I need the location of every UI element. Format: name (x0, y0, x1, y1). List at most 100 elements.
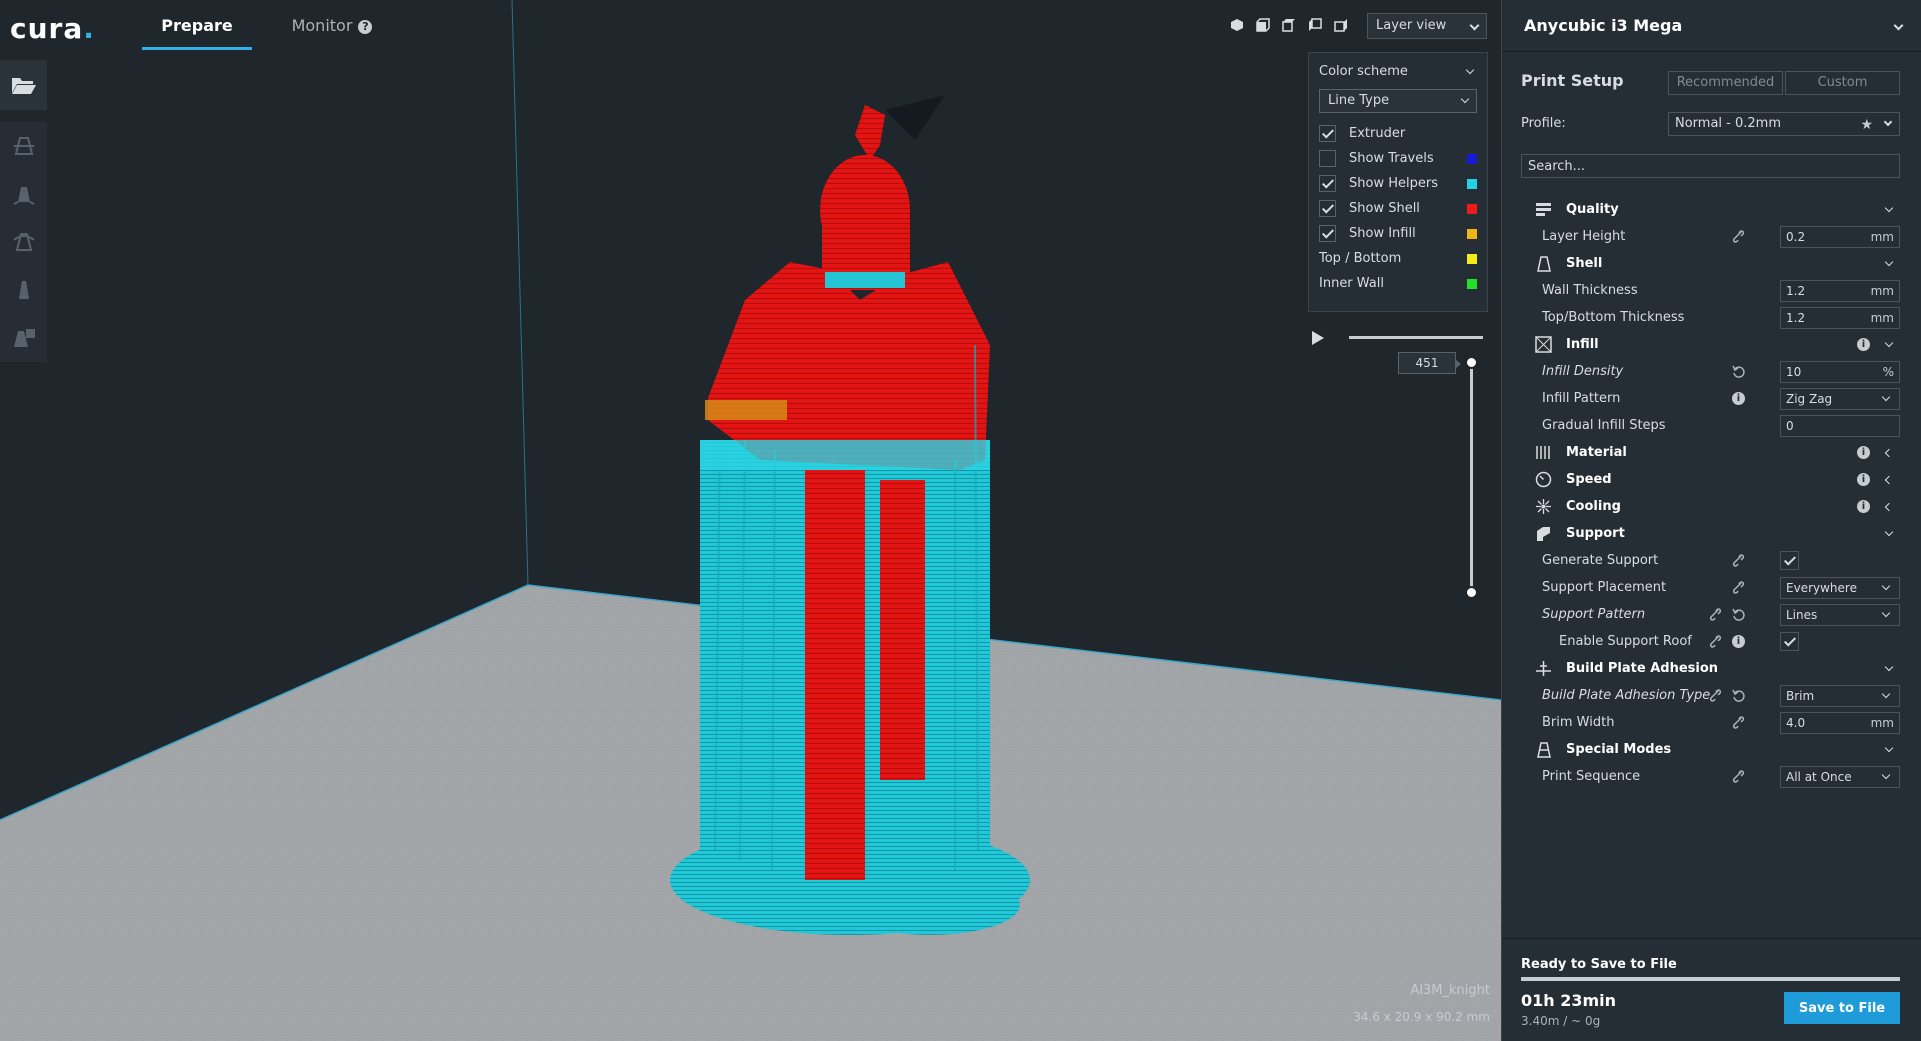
sliced-model[interactable] (670, 95, 1030, 935)
build-volume-scene[interactable] (0, 0, 1501, 1041)
field-value: Everywhere (1786, 581, 1857, 595)
legend-extruder[interactable]: Extruder (1319, 121, 1477, 146)
settings-sidebar: Anycubic i3 Mega Print Setup Recommended… (1501, 0, 1921, 1041)
info-icon[interactable]: i (1857, 446, 1870, 459)
legend-show-travels[interactable]: Show Travels (1319, 146, 1477, 171)
move-icon (13, 137, 34, 155)
setting-label: Generate Support (1542, 553, 1659, 568)
machine-name: Anycubic i3 Mega (1524, 16, 1683, 35)
gradual-infill-steps-input[interactable]: 0 (1780, 415, 1900, 437)
link-icon[interactable] (1732, 230, 1745, 243)
viewport[interactable]: cura. Prepare Monitor? Layer view Color … (0, 0, 1501, 1041)
view-mode-dropdown[interactable]: Layer view (1367, 13, 1487, 39)
info-icon[interactable]: i (1732, 635, 1745, 648)
setting-label: Gradual Infill Steps (1542, 418, 1666, 433)
chevron-down-icon (1881, 770, 1891, 780)
category-cooling[interactable]: Cooling i (1502, 493, 1921, 520)
layer-slider-bottom-handle[interactable] (1465, 586, 1478, 599)
support-placement-dropdown[interactable]: Everywhere (1780, 577, 1900, 599)
link-icon[interactable] (1732, 716, 1745, 729)
link-icon[interactable] (1709, 689, 1722, 702)
info-icon[interactable]: i (1857, 473, 1870, 486)
right-view-icon[interactable] (1332, 16, 1350, 34)
setting-infill-pattern: Infill Pattern i Zig Zag (1502, 385, 1921, 412)
category-build-plate-adhesion[interactable]: Build Plate Adhesion (1502, 655, 1921, 682)
link-icon[interactable] (1732, 554, 1745, 567)
tab-recommended[interactable]: Recommended (1668, 71, 1783, 95)
rotate-tool-button[interactable] (0, 218, 47, 266)
top-bottom-thickness-input[interactable]: 1.2 mm (1780, 307, 1900, 329)
per-model-settings-button[interactable] (0, 314, 47, 362)
top-view-icon[interactable] (1280, 16, 1298, 34)
show-travels-checkbox[interactable] (1319, 150, 1336, 167)
settings-search-input[interactable] (1521, 154, 1900, 178)
tab-custom[interactable]: Custom (1785, 71, 1900, 95)
link-icon[interactable] (1709, 635, 1722, 648)
layer-height-input[interactable]: 0.2 mm (1780, 226, 1900, 248)
current-layer-field[interactable]: 451 (1398, 352, 1461, 374)
infill-density-input[interactable]: 10% (1780, 361, 1900, 383)
category-material[interactable]: Material i (1502, 439, 1921, 466)
support-pattern-dropdown[interactable]: Lines (1780, 604, 1900, 626)
tab-monitor[interactable]: Monitor? (272, 0, 392, 50)
category-support[interactable]: Support (1502, 520, 1921, 547)
show-helpers-checkbox[interactable] (1319, 175, 1336, 192)
adhesion-type-dropdown[interactable]: Brim (1780, 685, 1900, 707)
star-icon[interactable]: ★ (1860, 114, 1873, 136)
category-speed[interactable]: Speed i (1502, 466, 1921, 493)
generate-support-checkbox[interactable] (1780, 551, 1799, 570)
info-icon[interactable]: i (1857, 338, 1870, 351)
setting-infill-density: Infill Density 10% (1502, 358, 1921, 385)
setting-label: Support Pattern (1542, 607, 1646, 622)
brim-width-input[interactable]: 4.0 mm (1780, 712, 1900, 734)
mirror-tool-button[interactable] (0, 266, 47, 314)
info-icon[interactable]: i (1857, 500, 1870, 513)
field-value: Brim (1786, 689, 1815, 703)
extruder-checkbox[interactable] (1319, 125, 1336, 142)
tab-prepare[interactable]: Prepare (142, 0, 252, 50)
slice-status: Ready to Save to File (1521, 957, 1677, 972)
link-icon[interactable] (1709, 608, 1722, 621)
setting-adhesion-type: Build Plate Adhesion Type Brim (1502, 682, 1921, 709)
wall-thickness-input[interactable]: 1.2 mm (1780, 280, 1900, 302)
legend-show-shell[interactable]: Show Shell (1319, 196, 1477, 221)
color-scheme-dropdown[interactable]: Line Type (1319, 89, 1477, 113)
legend-show-helpers[interactable]: Show Helpers (1319, 171, 1477, 196)
field-value: 4.0 (1786, 716, 1806, 730)
info-icon[interactable]: i (1732, 392, 1745, 405)
color-scheme-header[interactable]: Color scheme (1319, 61, 1477, 83)
front-view-icon[interactable] (1254, 16, 1272, 34)
machine-selector[interactable]: Anycubic i3 Mega (1502, 0, 1921, 52)
legend-show-infill[interactable]: Show Infill (1319, 221, 1477, 246)
layer-slider-top-handle[interactable] (1465, 356, 1478, 369)
layer-path-slider[interactable] (1349, 336, 1483, 339)
link-icon[interactable] (1732, 581, 1745, 594)
profile-dropdown[interactable]: Normal - 0.2mm ★ (1668, 112, 1900, 136)
category-label: Infill (1566, 337, 1599, 352)
print-sequence-dropdown[interactable]: All at Once (1780, 766, 1900, 788)
legend-label: Show Shell (1349, 201, 1420, 216)
category-shell[interactable]: Shell (1502, 250, 1921, 277)
profile-value: Normal - 0.2mm (1675, 116, 1781, 131)
play-simulation-button[interactable] (1310, 330, 1326, 346)
save-to-file-button[interactable]: Save to File (1784, 992, 1900, 1024)
3d-view-icon[interactable] (1228, 16, 1246, 34)
open-file-button[interactable] (0, 60, 47, 110)
scale-tool-button[interactable] (0, 170, 47, 218)
line-type-legend: Extruder Show Travels Show Helpers Show … (1319, 121, 1477, 296)
reset-icon[interactable] (1732, 365, 1745, 378)
show-shell-checkbox[interactable] (1319, 200, 1336, 217)
link-icon[interactable] (1732, 770, 1745, 783)
enable-support-roof-checkbox[interactable] (1780, 632, 1799, 651)
reset-icon[interactable] (1732, 689, 1745, 702)
layer-slider-track[interactable] (1470, 362, 1473, 592)
category-quality[interactable]: Quality (1502, 196, 1921, 223)
reset-icon[interactable] (1732, 608, 1745, 621)
category-special-modes[interactable]: Special Modes (1502, 736, 1921, 763)
move-tool-button[interactable] (0, 122, 47, 170)
cura-logo: cura. (10, 12, 95, 45)
left-view-icon[interactable] (1306, 16, 1324, 34)
category-infill[interactable]: Infill i (1502, 331, 1921, 358)
infill-pattern-dropdown[interactable]: Zig Zag (1780, 388, 1900, 410)
show-infill-checkbox[interactable] (1319, 225, 1336, 242)
